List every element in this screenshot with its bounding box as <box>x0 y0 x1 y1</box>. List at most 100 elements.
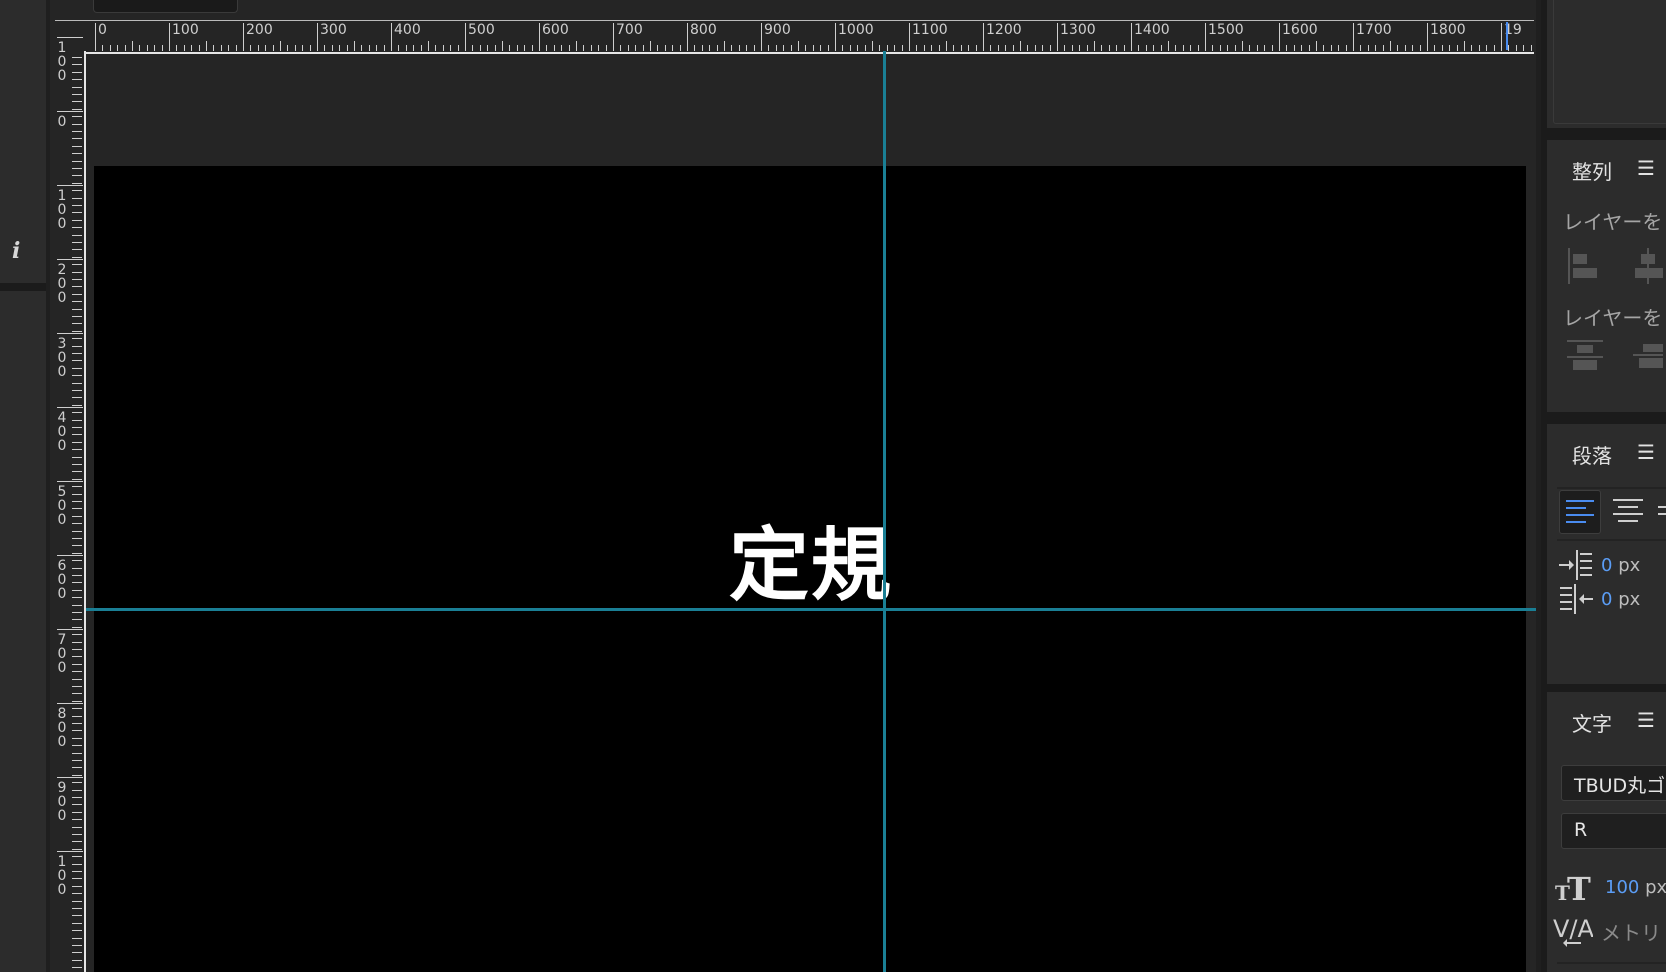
ruler-tick <box>383 45 385 51</box>
paragraph-panel-title: 段落 <box>1572 444 1612 468</box>
ruler-tick <box>1515 45 1517 51</box>
ruler-tick <box>72 863 82 865</box>
ruler-tick <box>72 811 82 813</box>
character-menu-icon[interactable]: ☰ <box>1637 708 1655 732</box>
ruler-tick <box>72 893 82 895</box>
ruler-tick <box>95 23 96 51</box>
ruler-tick <box>1175 45 1177 51</box>
align-center-text-icon[interactable] <box>1613 499 1643 523</box>
ruler-tick <box>72 760 82 761</box>
ruler-tick <box>1079 45 1081 51</box>
ruler-tick <box>901 45 903 51</box>
ruler-tick <box>72 848 82 850</box>
ruler-label: 0 <box>98 22 107 38</box>
ruler-tick <box>57 851 83 852</box>
ruler-tick <box>738 45 740 51</box>
ruler-tick <box>1338 45 1340 51</box>
indent-left-field[interactable]: 0 px <box>1601 555 1640 576</box>
ruler-tick <box>990 45 992 51</box>
ruler-tick <box>561 45 563 51</box>
ruler-tick <box>72 471 82 473</box>
ruler-tick <box>72 908 82 909</box>
vertical-ruler[interactable]: 1 0 0 0 1 0 0 2 0 0 3 0 0 4 0 0 5 0 0 6 0 0 7 0 … <box>55 37 86 972</box>
ruler-tick <box>317 23 318 51</box>
ruler-tick <box>812 45 814 51</box>
align-left-text-button[interactable] <box>1559 490 1601 534</box>
ruler-tick <box>72 871 82 872</box>
ruler-label: 1700 <box>1356 22 1392 38</box>
document-tab[interactable] <box>93 0 238 13</box>
ruler-tick <box>72 382 82 384</box>
ruler-label: 1000 <box>838 22 874 38</box>
canvas-text-layer[interactable]: 定規 <box>729 526 893 606</box>
ruler-tick <box>1404 45 1406 51</box>
ruler-tick <box>997 45 999 51</box>
ruler-tick <box>57 703 83 704</box>
ruler-tick <box>72 604 82 606</box>
ruler-label: 1 0 0 <box>57 40 67 84</box>
ruler-tick <box>694 45 696 51</box>
ruler-tick <box>1012 45 1014 51</box>
ruler-tick <box>72 131 82 132</box>
font-size-unit: px <box>1645 877 1666 898</box>
ruler-tick <box>1353 23 1354 51</box>
ruler-tick <box>479 45 481 51</box>
ruler-tick <box>1397 45 1399 51</box>
left-tool-strip: i <box>0 0 46 972</box>
align-menu-icon[interactable]: ☰ <box>1637 156 1655 180</box>
ruler-label: 1200 <box>986 22 1022 38</box>
vertical-guide[interactable] <box>883 51 886 972</box>
ruler-tick <box>72 338 82 340</box>
ruler-tick <box>72 663 82 665</box>
align-left-edges-icon[interactable] <box>1567 248 1601 284</box>
ruler-tick <box>1308 45 1310 51</box>
ruler-tick <box>72 419 82 421</box>
horizontal-guide[interactable] <box>86 608 1536 611</box>
ruler-tick <box>72 316 82 317</box>
ruler-tick <box>72 464 82 465</box>
ruler-tick <box>72 930 82 932</box>
ruler-tick <box>1441 45 1443 51</box>
ruler-tick <box>886 45 888 51</box>
ruler-tick <box>72 116 82 118</box>
ruler-tick <box>1249 45 1251 51</box>
ruler-tick <box>72 182 82 184</box>
ruler-tick <box>1212 45 1214 51</box>
align-horizontal-centers-icon[interactable] <box>1633 248 1663 284</box>
ruler-label: 3 0 0 <box>57 336 67 380</box>
paragraph-menu-icon[interactable]: ☰ <box>1637 440 1655 464</box>
font-style-field[interactable]: R <box>1561 813 1666 849</box>
ruler-tick <box>72 885 82 887</box>
ruler-tick <box>72 404 82 406</box>
font-size-field[interactable]: 100 px <box>1605 877 1666 898</box>
ruler-tick <box>405 45 407 51</box>
ruler-tick <box>916 45 918 51</box>
ruler-tick <box>516 45 518 51</box>
document-canvas[interactable]: 定規 <box>94 166 1526 972</box>
font-family-field[interactable]: TBUD丸ゴ <box>1561 765 1666 801</box>
ruler-tick <box>72 789 82 791</box>
ruler-tick <box>72 752 82 754</box>
tracking-field[interactable]: メトリ <box>1601 917 1661 946</box>
ruler-tick <box>72 508 82 510</box>
indent-right-field[interactable]: 0 px <box>1601 589 1640 610</box>
distribute-top-icon[interactable] <box>1567 338 1603 372</box>
ruler-tick <box>57 407 83 408</box>
info-icon[interactable]: i <box>12 238 20 264</box>
distribute-center-icon[interactable] <box>1633 338 1663 372</box>
ruler-tick <box>72 212 82 214</box>
ruler-tick <box>72 205 82 206</box>
align-right-text-icon[interactable] <box>1658 499 1666 523</box>
ruler-tick <box>257 45 259 51</box>
horizontal-ruler[interactable]: 0 100 200 300 400 500 600 700 800 900 1000 1100 1200… <box>55 20 1534 54</box>
character-panel: 文字 ☰ TBUD丸ゴ R T T 100 px V/A メトリ <box>1547 692 1666 972</box>
ruler-tick <box>672 45 674 51</box>
ruler-tick <box>72 456 82 458</box>
ruler-label: 800 <box>690 22 717 38</box>
ruler-tick <box>731 45 733 51</box>
ruler-tick <box>206 41 207 51</box>
ruler-tick <box>72 71 82 73</box>
ruler-tick <box>72 308 82 310</box>
ruler-tick <box>642 45 644 51</box>
ruler-label: 4 0 0 <box>57 410 67 454</box>
